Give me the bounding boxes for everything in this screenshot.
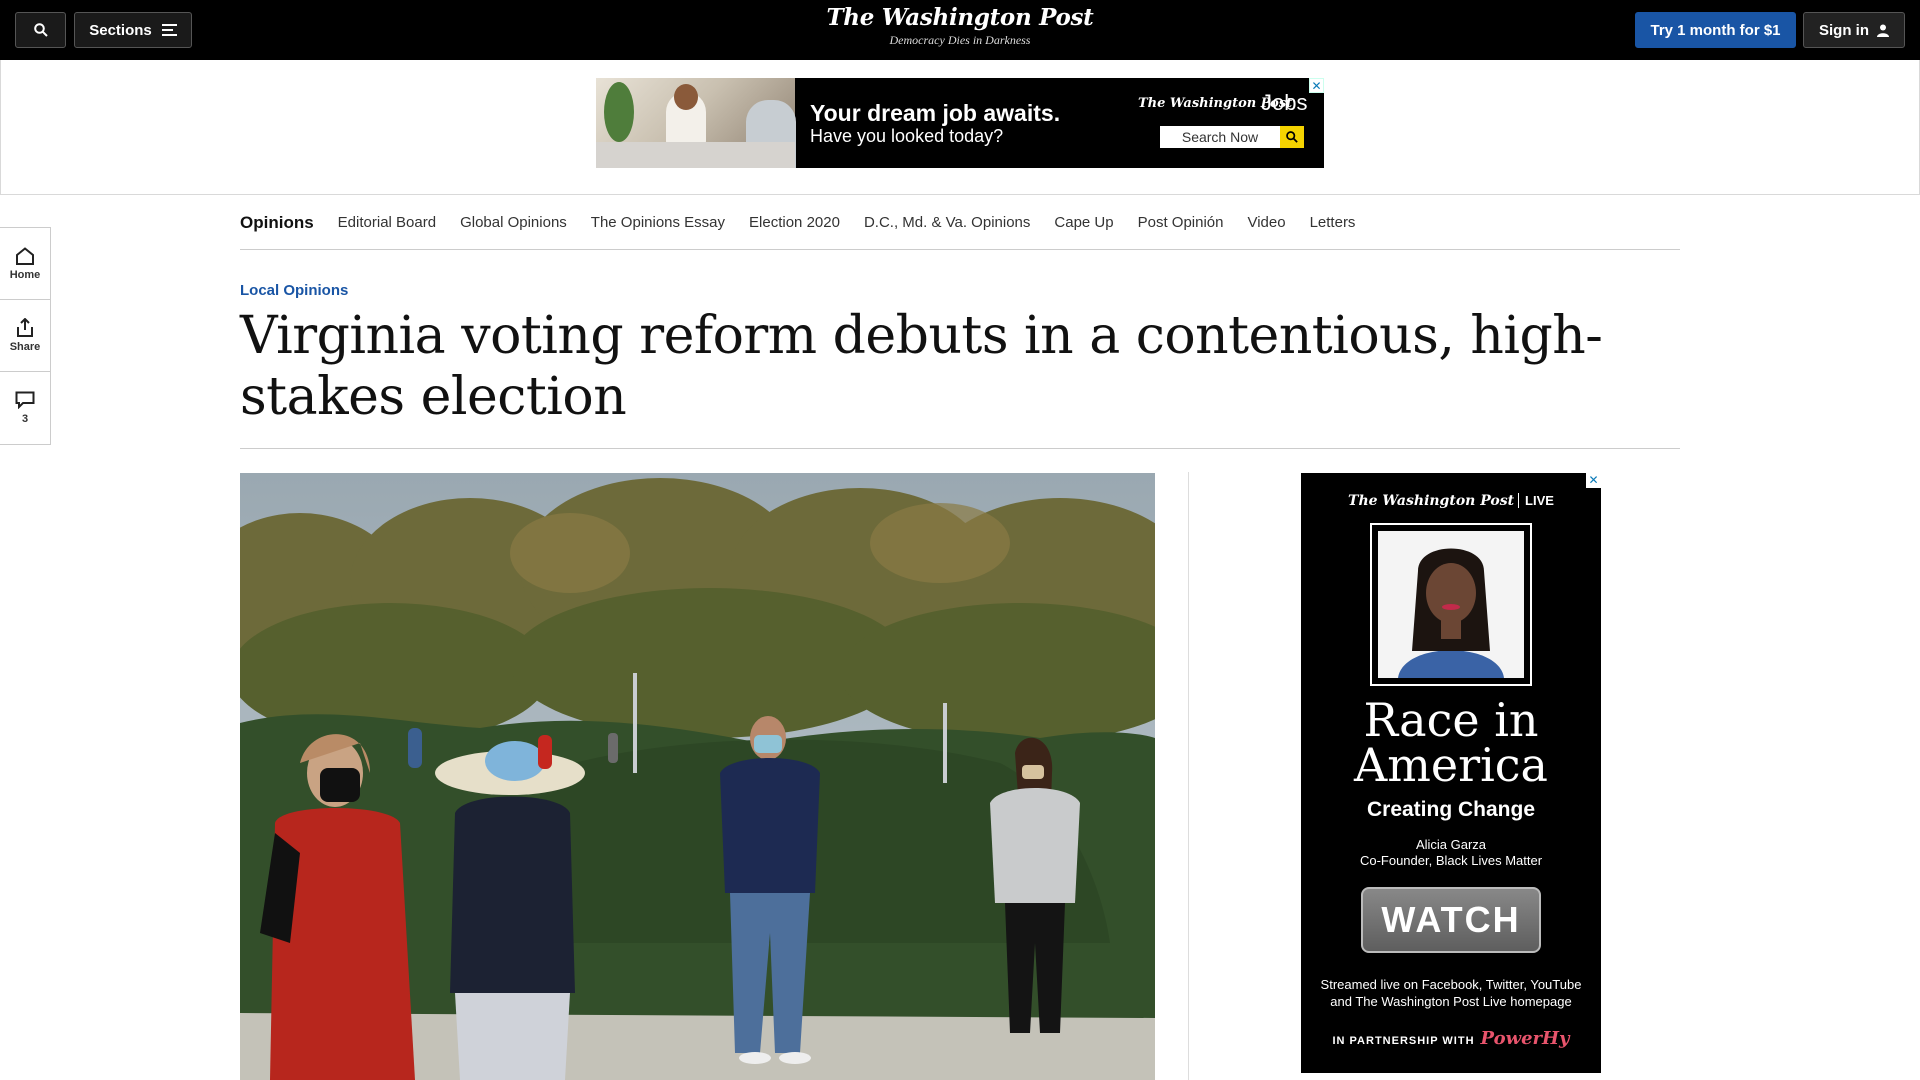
home-icon [16,246,34,265]
share-label: Share [9,341,41,353]
share-button[interactable]: Share [0,300,50,372]
speaker-portrait [1370,523,1532,686]
ad-close-icon[interactable]: ✕ [1309,78,1324,93]
home-label: Home [9,268,41,281]
top-nav-bar: Sections The Washington Post Democracy D… [0,0,1920,60]
subnav-item-video[interactable]: Video [1247,214,1285,231]
opinions-subnav: Opinions Editorial Board Global Opinions… [240,196,1680,250]
ad-brand: The Washington Post [1348,493,1515,509]
subnav-item-opinions[interactable]: Opinions [240,213,314,233]
wapo-live-brand: The Washington Post LIVE [1301,493,1601,509]
ad-brand-jobs: Jobs [1261,90,1308,115]
subnav-item-letters[interactable]: Letters [1310,214,1356,231]
article-headline: Virginia voting reform debuts in a conte… [240,306,1603,427]
subnav-item-opinions-essay[interactable]: The Opinions Essay [591,214,725,231]
user-icon [1877,24,1889,37]
race-in-america-ad[interactable]: ✕ The Washington Post LIVE Race in America… [1301,473,1601,1073]
partner-line: IN PARTNERSHIP WITH PowerHy [1301,1028,1601,1049]
ad-title-line-1: Race in [1363,693,1539,747]
stream-line-1: Streamed live on Facebook, Twitter, YouT… [1320,977,1582,992]
article-kicker[interactable]: Local Opinions [240,282,348,299]
ad-search-field[interactable]: Search Now [1160,126,1280,148]
jobs-ad-banner[interactable]: Your dream job awaits. Have you looked t… [596,78,1324,168]
ad-close-icon[interactable]: ✕ [1586,473,1601,488]
partner-logo: PowerHy [1480,1028,1570,1049]
share-icon [17,318,33,337]
subscribe-button[interactable]: Try 1 month for $1 [1635,12,1796,48]
ad-subtitle: Creating Change [1366,798,1536,821]
left-action-rail: Home Share 3 [0,227,51,445]
stream-line-2: and The Washington Post Live homepage [1330,994,1572,1009]
watch-button[interactable]: WATCH [1361,887,1541,953]
column-divider [1188,472,1189,1080]
site-tagline: Democracy Dies in Darkness [889,33,1031,47]
comments-count: 3 [21,413,29,425]
sign-in-label: Sign in [1819,21,1869,39]
partner-label: IN PARTNERSHIP WITH [1332,1035,1475,1047]
ad-search-button[interactable] [1280,126,1304,148]
speaker-name: Alicia Garza [1415,837,1487,852]
speaker-info: Alicia Garza Co-Founder, Black Lives Matt… [1301,837,1601,869]
ad-photo [596,78,796,168]
article-lead-photo [240,473,1155,1080]
masthead[interactable]: The Washington Post Democracy Dies in Da… [0,4,1920,48]
comments-button[interactable]: 3 [0,372,50,444]
ad-headline: Your dream job awaits. [810,100,1061,126]
ad-subline: Have you looked today? [810,126,1004,146]
ad-title: Race in America [1301,693,1601,792]
subnav-item-global-opinions[interactable]: Global Opinions [460,214,567,231]
subnav-item-editorial-board[interactable]: Editorial Board [338,214,436,231]
subnav-item-post-opinion[interactable]: Post Opinión [1138,214,1224,231]
search-icon [1286,131,1298,143]
live-badge: LIVE [1518,493,1554,508]
headline-divider [240,448,1680,449]
site-logo[interactable]: The Washington Post [0,4,1920,31]
subnav-item-dc-md-va[interactable]: D.C., Md. & Va. Opinions [864,214,1030,231]
sign-in-button[interactable]: Sign in [1803,12,1905,48]
subnav-item-election-2020[interactable]: Election 2020 [749,214,840,231]
ad-title-line-2: America [1354,738,1548,792]
stream-info: Streamed live on Facebook, Twitter, YouT… [1301,976,1601,1010]
speaker-role: Co-Founder, Black Lives Matter [1359,853,1543,868]
home-button[interactable]: Home [0,228,50,300]
subnav-item-cape-up[interactable]: Cape Up [1054,214,1113,231]
comment-icon [15,391,35,409]
